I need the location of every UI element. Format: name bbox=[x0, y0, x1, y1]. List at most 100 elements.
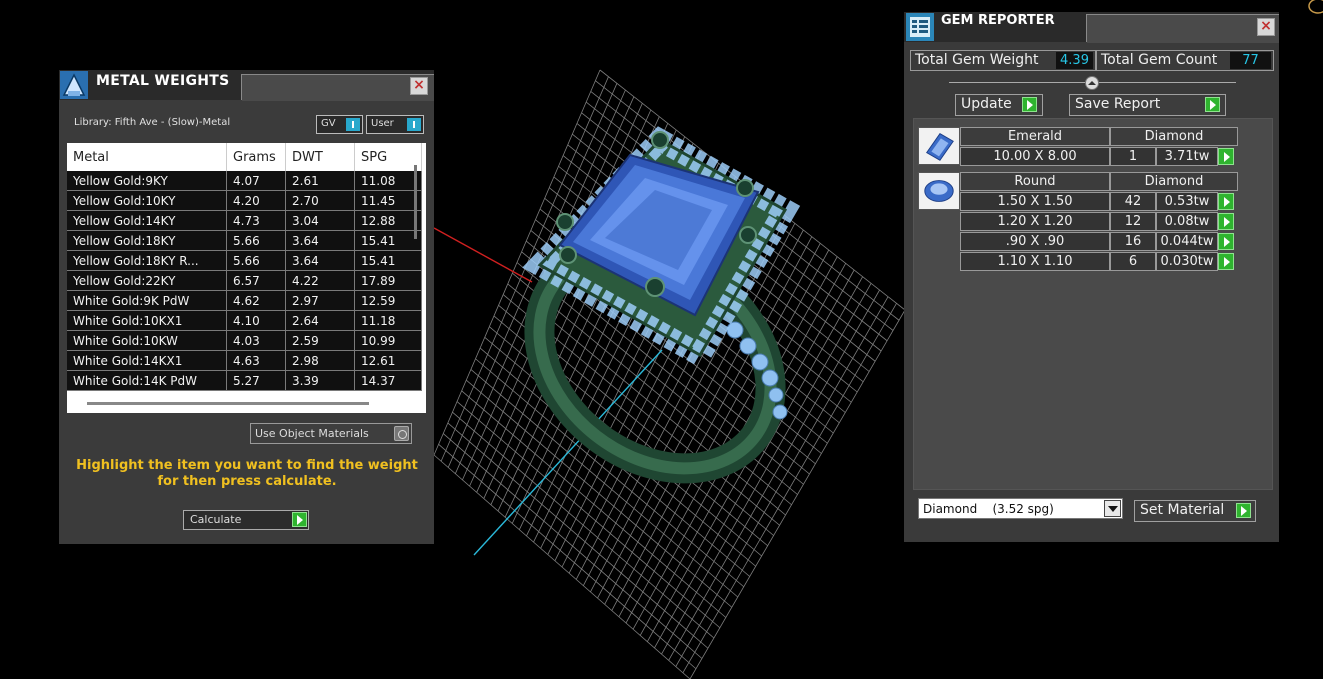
grams-cell: 4.03 bbox=[226, 330, 286, 351]
play-arrow-icon[interactable] bbox=[1022, 97, 1037, 112]
table-row[interactable]: Yellow Gold:18KY R... 5.66 3.64 15.41 bbox=[67, 250, 422, 271]
material-select[interactable]: Diamond (3.52 spg) bbox=[918, 498, 1123, 519]
column-header-metal[interactable]: Metal bbox=[67, 143, 227, 171]
metal-name-cell: Yellow Gold:10KY bbox=[67, 190, 227, 211]
gem-count-cell: 16 bbox=[1110, 232, 1156, 251]
spg-cell: 11.45 bbox=[354, 190, 422, 211]
gem-reporter-close-icon[interactable]: × bbox=[1257, 18, 1275, 36]
metal-table-header: Metal Grams DWT SPG bbox=[67, 143, 422, 171]
gem-size-cell: .90 X .90 bbox=[960, 232, 1110, 251]
spg-cell: 14.37 bbox=[354, 370, 422, 391]
column-header-dwt[interactable]: DWT bbox=[285, 143, 355, 171]
gem-shape-cell: Round bbox=[960, 172, 1110, 191]
dwt-cell: 2.98 bbox=[285, 350, 355, 371]
table-horizontal-scrollbar[interactable] bbox=[87, 402, 369, 405]
gem-count-cell: 6 bbox=[1110, 252, 1156, 271]
spg-cell: 12.59 bbox=[354, 290, 422, 311]
select-gems-arrow-icon[interactable] bbox=[1218, 233, 1234, 250]
gem-reporter-title: GEM REPORTER bbox=[941, 13, 1055, 28]
calculate-button[interactable]: Calculate bbox=[183, 510, 309, 530]
emerald-cut-gem-icon[interactable] bbox=[918, 127, 960, 165]
gem-reporter-titlebar[interactable]: GEM REPORTER × bbox=[904, 12, 1279, 43]
table-row[interactable]: Yellow Gold:18KY 5.66 3.64 15.41 bbox=[67, 230, 422, 251]
use-object-materials-option[interactable]: Use Object Materials bbox=[250, 423, 412, 444]
table-row[interactable]: Yellow Gold:9KY 4.07 2.61 11.08 bbox=[67, 171, 422, 191]
metal-weights-titlebar[interactable]: METAL WEIGHTS × bbox=[59, 70, 434, 101]
table-row[interactable]: Yellow Gold:10KY 4.20 2.70 11.45 bbox=[67, 190, 422, 211]
table-vertical-scrollbar[interactable] bbox=[414, 165, 417, 239]
total-gem-count-label: Total Gem Count bbox=[1101, 52, 1218, 68]
dwt-cell: 2.70 bbox=[285, 190, 355, 211]
gem-size-cell: 1.20 X 1.20 bbox=[960, 212, 1110, 231]
radio-icon[interactable] bbox=[394, 426, 409, 441]
gem-weight-cell: 0.044tw bbox=[1156, 232, 1218, 251]
spg-cell: 10.99 bbox=[354, 330, 422, 351]
grams-cell: 5.27 bbox=[226, 370, 286, 391]
spg-cell: 11.18 bbox=[354, 310, 422, 331]
x-axis-line bbox=[433, 227, 533, 283]
title-tab-fill bbox=[242, 74, 434, 101]
table-row[interactable]: White Gold:10KX1 4.10 2.64 11.18 bbox=[67, 310, 422, 331]
user-switch-icon[interactable] bbox=[407, 118, 421, 131]
table-row[interactable]: Yellow Gold:22KY 6.57 4.22 17.89 bbox=[67, 270, 422, 291]
select-gems-arrow-icon[interactable] bbox=[1218, 148, 1234, 165]
play-arrow-icon[interactable] bbox=[292, 512, 307, 527]
gem-weight-cell: 3.71tw bbox=[1156, 147, 1218, 166]
metal-name-cell: Yellow Gold:9KY bbox=[67, 171, 227, 191]
select-gems-arrow-icon[interactable] bbox=[1218, 253, 1234, 270]
dwt-cell: 2.64 bbox=[285, 310, 355, 331]
play-arrow-icon[interactable] bbox=[1205, 97, 1220, 112]
set-material-label: Set Material bbox=[1140, 502, 1225, 518]
chevron-down-icon[interactable] bbox=[1104, 500, 1121, 517]
grid-line bbox=[689, 309, 906, 679]
column-header-grams[interactable]: Grams bbox=[226, 143, 286, 171]
metal-weights-panel: METAL WEIGHTS × Library: Fifth Ave - (Sl… bbox=[59, 70, 434, 544]
save-report-button[interactable]: Save Report bbox=[1069, 94, 1226, 116]
total-gem-weight-value: 4.39 bbox=[1056, 52, 1093, 69]
user-toggle[interactable]: User bbox=[366, 115, 424, 134]
play-arrow-icon[interactable] bbox=[1236, 503, 1251, 518]
column-header-spg[interactable]: SPG bbox=[354, 143, 422, 171]
table-row[interactable]: White Gold:10KW 4.03 2.59 10.99 bbox=[67, 330, 422, 351]
select-gems-arrow-icon[interactable] bbox=[1218, 193, 1234, 210]
dwt-cell: 3.39 bbox=[285, 370, 355, 391]
select-gems-arrow-icon[interactable] bbox=[1218, 213, 1234, 230]
update-label: Update bbox=[961, 96, 1012, 112]
gem-size-cell: 1.10 X 1.10 bbox=[960, 252, 1110, 271]
spg-cell: 12.88 bbox=[354, 210, 422, 231]
table-row[interactable]: Yellow Gold:14KY 4.73 3.04 12.88 bbox=[67, 210, 422, 231]
metal-table-body: Yellow Gold:9KY 4.07 2.61 11.08 Yellow Gold:… bbox=[67, 171, 422, 391]
round-gem-icon[interactable] bbox=[918, 172, 960, 210]
gv-toggle[interactable]: GV bbox=[316, 115, 363, 134]
table-row[interactable]: White Gold:9K PdW 4.62 2.97 12.59 bbox=[67, 290, 422, 311]
metal-name-cell: White Gold:14KX1 bbox=[67, 350, 227, 371]
metal-table[interactable]: Metal Grams DWT SPG Yellow Gold:9KY 4.07 2… bbox=[67, 143, 426, 413]
grid-line bbox=[682, 303, 897, 673]
gem-results-list[interactable]: Emerald Diamond 10.00 X 8.00 1 3.71tw Ro… bbox=[913, 118, 1273, 490]
total-gem-weight: Total Gem Weight 4.39 bbox=[910, 50, 1096, 71]
dwt-cell: 2.97 bbox=[285, 290, 355, 311]
set-material-button[interactable]: Set Material bbox=[1134, 500, 1256, 522]
metal-weights-close-icon[interactable]: × bbox=[410, 77, 428, 95]
metal-name-cell: White Gold:9K PdW bbox=[67, 290, 227, 311]
metal-name-cell: Yellow Gold:18KY R... bbox=[67, 250, 227, 271]
table-row[interactable]: White Gold:14K PdW 5.27 3.39 14.37 bbox=[67, 370, 422, 391]
gem-weight-cell: 0.53tw bbox=[1156, 192, 1218, 211]
update-button[interactable]: Update bbox=[955, 94, 1043, 116]
collapse-arrow-icon[interactable] bbox=[1085, 76, 1099, 90]
metal-name-cell: White Gold:10KW bbox=[67, 330, 227, 351]
instruction-text: Highlight the item you want to find the … bbox=[76, 458, 418, 489]
dwt-cell: 4.22 bbox=[285, 270, 355, 291]
grams-cell: 4.62 bbox=[226, 290, 286, 311]
gem-count-cell: 42 bbox=[1110, 192, 1156, 211]
metal-name-cell: Yellow Gold:18KY bbox=[67, 230, 227, 251]
gem-size-cell: 1.50 X 1.50 bbox=[960, 192, 1110, 211]
library-label: Library: Fifth Ave - (Slow)-Metal bbox=[74, 117, 231, 128]
grams-cell: 5.66 bbox=[226, 230, 286, 251]
total-gem-weight-label: Total Gem Weight bbox=[915, 52, 1039, 68]
spg-cell: 17.89 bbox=[354, 270, 422, 291]
user-toggle-label: User bbox=[371, 118, 394, 129]
gem-shape-cell: Emerald bbox=[960, 127, 1110, 146]
gv-switch-icon[interactable] bbox=[346, 118, 360, 131]
table-row[interactable]: White Gold:14KX1 4.63 2.98 12.61 bbox=[67, 350, 422, 371]
